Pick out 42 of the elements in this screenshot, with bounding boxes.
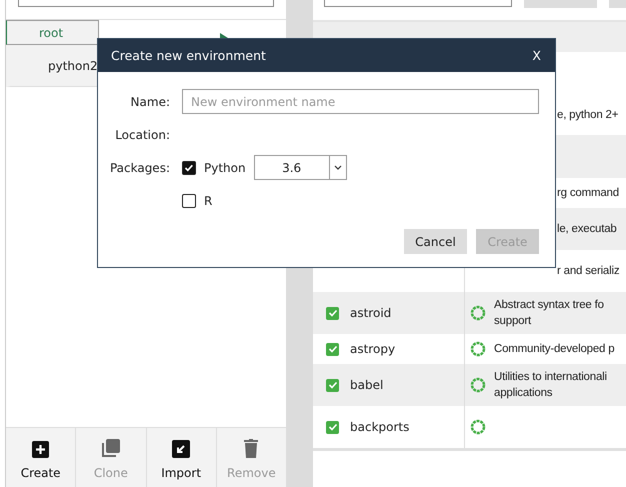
trash-icon [244,439,258,458]
status-ring-icon [470,305,486,321]
checkbox[interactable] [182,160,196,174]
package-name: babel [350,378,384,392]
package-checkbox[interactable] [326,420,339,434]
plus-icon [32,441,50,458]
check-icon [326,307,338,319]
search-field[interactable] [324,0,512,7]
check-icon [326,421,338,433]
package-name: backports [350,420,410,434]
package-description: rg command [557,186,619,201]
name-input-field[interactable]: New environment name [182,89,539,114]
check-icon [184,162,194,172]
dialog-title: Create new environment [111,48,266,63]
checkbox[interactable] [182,194,196,208]
package-checkbox[interactable] [326,342,339,356]
package-checkbox[interactable] [326,378,339,392]
search-field[interactable] [18,0,274,7]
version-dropdown[interactable]: 3.6 [254,155,347,180]
package-description: Community-developed p [494,342,614,357]
check-icon [326,343,338,355]
status-ring-icon [470,419,486,435]
caret-icon [334,165,342,170]
package-description: r and serializ [557,264,620,279]
dialog-button[interactable]: Cancel [404,229,467,254]
package-description: Utilities to internationali applications [494,370,607,401]
package-name: astroid [350,306,392,320]
check-icon [326,379,338,391]
status-ring-icon [470,377,486,393]
package-name: astropy [350,342,396,356]
checkbox-label: R [204,194,212,208]
close-button[interactable]: X [532,48,541,63]
copy-icon [100,438,121,458]
package-description: le, executab [557,222,617,237]
checkbox-label: Python [204,160,246,174]
package-description: Abstract syntax tree fo support [494,298,604,329]
package-description: e, python 2+ [557,108,618,123]
field-label: Location: [114,128,170,142]
status-ring-icon [470,341,486,357]
field-label: Name: [130,94,170,108]
package-checkbox[interactable] [326,306,339,320]
field-label: Packages: [110,160,170,174]
